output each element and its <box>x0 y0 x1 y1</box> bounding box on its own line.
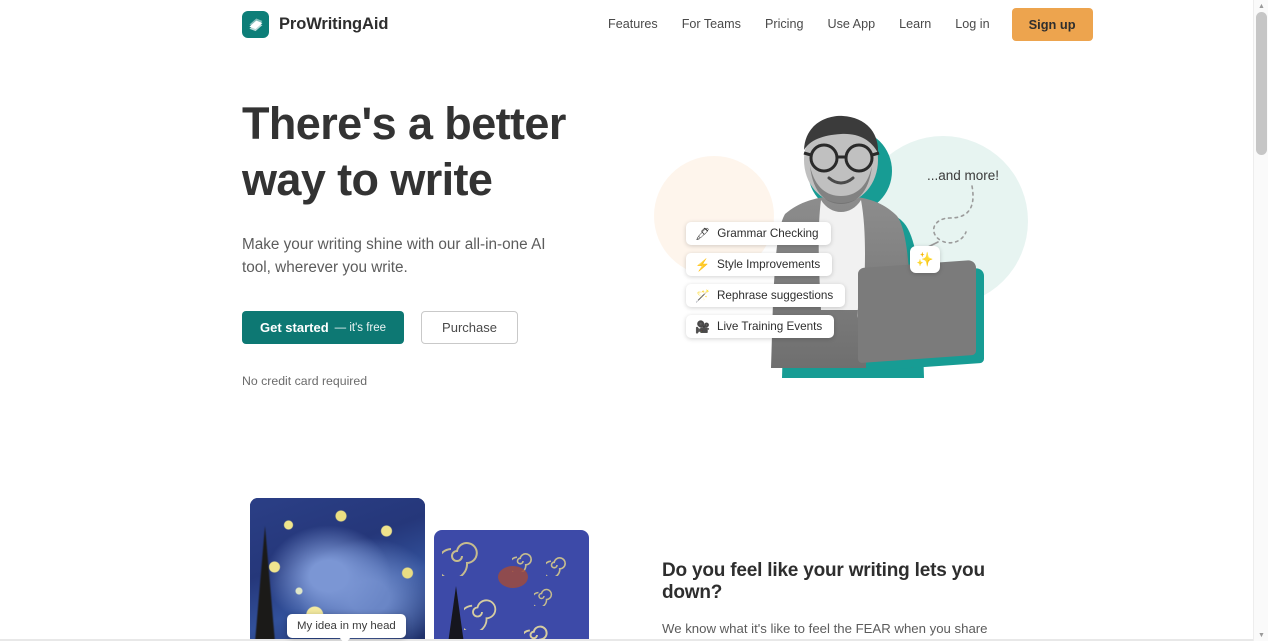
movie-camera-icon: 🎥 <box>695 319 710 334</box>
hero-cta-group: Get started — it's free Purchase <box>242 311 642 344</box>
stacked-books-icon <box>242 11 269 38</box>
nav-item-learn[interactable]: Learn <box>887 11 943 37</box>
spiral-shape <box>534 588 553 606</box>
and-more-label: ...and more! <box>927 168 1000 183</box>
lightning-bolt-icon: ⚡ <box>695 257 710 272</box>
section-two-body: We know what it's like to feel the FEAR … <box>662 621 988 636</box>
nav-item-features[interactable]: Features <box>596 11 670 37</box>
idea-tooltip: My idea in my head <box>287 614 406 641</box>
hero-title-line-1: There's a better <box>242 98 566 149</box>
spiral-shape <box>546 557 566 576</box>
feature-chip-label: Grammar Checking <box>717 227 819 240</box>
crude-drawing-image <box>434 530 589 641</box>
get-started-label: Get started <box>260 320 329 335</box>
laptop-illustration <box>858 259 976 364</box>
spiral-shape <box>442 542 478 576</box>
scroll-up-arrow-icon[interactable]: ▲ <box>1254 0 1268 12</box>
feature-chip-rephrase-suggestions: 🪄 Rephrase suggestions <box>686 284 846 307</box>
page-scrollbar[interactable]: ▲ ▼ <box>1253 0 1268 641</box>
page-root: ProWritingAid Features For Teams Pricing… <box>0 0 1268 641</box>
nav-item-pricing[interactable]: Pricing <box>753 11 816 37</box>
magic-wand-icon: 🪄 <box>695 288 710 303</box>
feature-chip-live-training-events: 🎥 Live Training Events <box>686 315 835 338</box>
no-credit-card-note: No credit card required <box>242 374 368 388</box>
cypress-tree-shape <box>254 526 276 641</box>
scrollbar-thumb[interactable] <box>1256 12 1267 155</box>
feature-chip-list: 🖋 Grammar Checking ⚡ Style Improvements … <box>686 222 846 338</box>
brand-name: ProWritingAid <box>279 15 389 33</box>
section-two-copy: Do you feel like your writing lets you d… <box>662 560 1022 641</box>
feature-chip-grammar-checking: 🖋 Grammar Checking <box>686 222 831 245</box>
nav-item-use-app[interactable]: Use App <box>815 11 887 37</box>
scroll-down-arrow-icon[interactable]: ▼ <box>1254 629 1268 641</box>
hero-subtitle: Make your writing shine with our all-in-… <box>242 236 546 276</box>
red-blob-shape <box>498 566 528 588</box>
feature-chip-style-improvements: ⚡ Style Improvements <box>686 253 833 276</box>
spiral-shape <box>464 599 497 630</box>
section-two-title: Do you feel like your writing lets you d… <box>662 560 985 603</box>
hero-title-line-2: way to write <box>242 154 493 205</box>
quill-pen-icon: 🖋 <box>695 226 711 241</box>
site-header: ProWritingAid Features For Teams Pricing… <box>0 0 1253 48</box>
sparkle-badge: ✨ <box>910 246 940 273</box>
sign-up-button[interactable]: Sign up <box>1011 7 1093 41</box>
page-title: There's a better way to write <box>242 96 642 208</box>
feature-chip-label: Rephrase suggestions <box>716 289 834 302</box>
purchase-button[interactable]: Purchase <box>421 311 518 344</box>
feature-chip-label: Style Improvements <box>716 258 821 271</box>
get-started-button[interactable]: Get started — it's free <box>242 311 405 344</box>
nav-item-for-teams[interactable]: For Teams <box>670 11 753 37</box>
feature-chip-label: Live Training Events <box>716 320 823 333</box>
hero-illustration: ...and more! ✨ 🖋 Grammar Checking ⚡ Styl… <box>654 96 1030 396</box>
hero-copy: There's a better way to write Make your … <box>242 96 642 388</box>
sparkles-icon: ✨ <box>916 251 934 267</box>
brand-logo-link[interactable]: ProWritingAid <box>242 11 388 38</box>
nav-item-log-in[interactable]: Log in <box>943 11 1001 37</box>
main-nav: Features For Teams Pricing Use App Learn… <box>596 0 1093 48</box>
get-started-free-label: — it's free <box>334 321 387 334</box>
crude-cypress-shape <box>446 586 466 641</box>
